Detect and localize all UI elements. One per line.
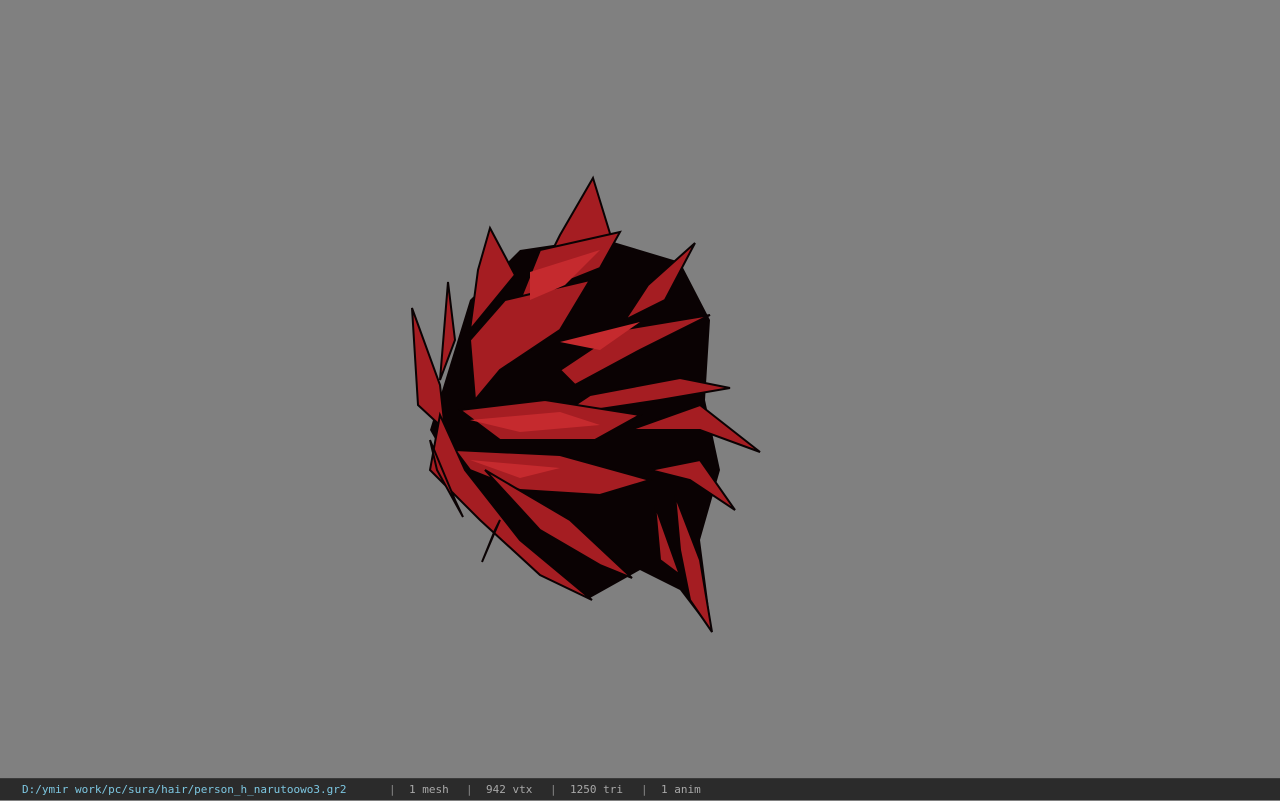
animation-count: 1 anim xyxy=(661,783,701,796)
status-separator: | xyxy=(641,783,648,796)
3d-viewport[interactable] xyxy=(0,0,1280,778)
mesh-count: 1 mesh xyxy=(409,783,449,796)
status-bar: D:/ymir work/pc/sura/hair/person_h_narut… xyxy=(0,778,1280,800)
status-separator: | xyxy=(466,783,473,796)
file-path: D:/ymir work/pc/sura/hair/person_h_narut… xyxy=(22,783,347,796)
status-separator: | xyxy=(389,783,396,796)
vertex-count: 942 vtx xyxy=(486,783,533,796)
status-separator: | xyxy=(550,783,557,796)
triangle-count: 1250 tri xyxy=(570,783,623,796)
hair-model[interactable] xyxy=(0,0,1280,778)
